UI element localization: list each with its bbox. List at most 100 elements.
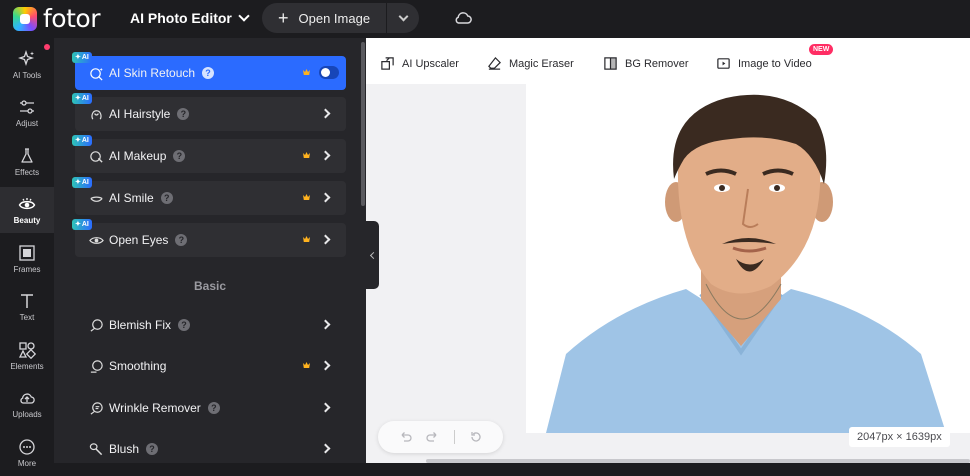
tool-blemish-fix[interactable]: Blemish Fix ?	[75, 308, 346, 342]
toolbar-ai-upscaler[interactable]: AI Upscaler	[380, 56, 459, 71]
tool-label: AI Hairstyle	[109, 107, 171, 121]
left-nav: AI Tools Adjust Effects Beauty Frames Te…	[0, 38, 54, 468]
editor-type-menu[interactable]: AI Photo Editor	[130, 10, 250, 26]
blush-brush-icon	[89, 442, 103, 455]
smile-icon	[90, 195, 103, 202]
nav-text[interactable]: Text	[0, 284, 54, 330]
help-icon[interactable]: ?	[175, 234, 188, 246]
makeup-icon	[90, 150, 103, 163]
redo-icon[interactable]	[426, 430, 440, 444]
top-bar: fotor AI Photo Editor + Open Image	[0, 0, 970, 38]
smoothing-icon	[90, 359, 103, 373]
tool-label: AI Skin Retouch	[109, 66, 196, 80]
notification-dot	[44, 44, 50, 50]
nav-more[interactable]: More	[0, 430, 54, 476]
toolbar-magic-eraser[interactable]: Magic Eraser	[487, 56, 574, 71]
section-title-basic: Basic	[193, 279, 227, 293]
help-icon[interactable]: ?	[160, 192, 173, 204]
help-icon[interactable]: ?	[202, 67, 215, 79]
horizontal-scrollbar[interactable]	[426, 459, 970, 463]
undo-icon[interactable]	[398, 430, 412, 444]
new-badge: NEW	[809, 44, 834, 55]
ai-badge: ✦ AI	[72, 135, 92, 146]
toolbar-label: BG Remover	[625, 57, 689, 70]
nav-label: Beauty	[13, 216, 41, 225]
tool-label: AI Smile	[109, 191, 154, 205]
nav-frames[interactable]: Frames	[0, 236, 54, 282]
chevron-right-icon	[320, 108, 331, 119]
open-image-label: Open Image	[298, 10, 371, 26]
ai-badge: ✦ AI	[72, 177, 92, 188]
cloud-icon[interactable]	[453, 8, 473, 28]
nav-label: More	[17, 459, 37, 468]
wrinkle-icon	[90, 401, 103, 415]
toolbar-bg-remover[interactable]: BG Remover	[603, 56, 689, 71]
tool-label: Blemish Fix	[109, 318, 172, 332]
crown-icon	[303, 69, 310, 75]
eye-icon	[89, 236, 104, 244]
help-icon[interactable]: ?	[207, 402, 220, 414]
chevron-right-icon	[320, 319, 331, 330]
editor-type-label: AI Photo Editor	[130, 10, 232, 26]
tool-wrinkle-remover[interactable]: Wrinkle Remover ?	[75, 391, 346, 425]
chevron-right-icon	[320, 150, 331, 161]
help-icon[interactable]: ?	[146, 443, 159, 455]
face-retouch-icon	[90, 67, 103, 80]
chevron-down-icon	[238, 10, 250, 22]
blemish-icon	[90, 318, 103, 332]
chevron-right-icon	[320, 360, 331, 371]
tool-ai-skin-retouch[interactable]: ✦ AI AI Skin Retouch ?	[72, 52, 346, 90]
help-icon[interactable]: ?	[177, 108, 190, 120]
logo-text: fotor	[43, 4, 100, 33]
flask-icon	[21, 148, 33, 163]
nav-label: Frames	[13, 265, 41, 274]
eye-icon	[18, 198, 36, 210]
open-image-dropdown-button[interactable]	[387, 3, 419, 33]
tool-ai-makeup[interactable]: ✦ AI AI Makeup ?	[72, 135, 346, 173]
nav-label: AI Tools	[12, 71, 42, 80]
nav-uploads[interactable]: Uploads	[0, 381, 54, 427]
nav-label: Uploads	[12, 410, 42, 419]
skin-retouch-toggle[interactable]	[319, 66, 339, 79]
fotor-logo[interactable]: fotor	[13, 4, 100, 33]
sliders-icon	[20, 100, 34, 114]
toolbar-label: Image to Video	[738, 57, 812, 70]
crown-icon	[303, 236, 310, 242]
chevron-right-icon	[320, 402, 331, 413]
nav-effects[interactable]: Effects	[0, 139, 54, 185]
video-icon	[717, 58, 730, 69]
reset-icon[interactable]	[469, 430, 483, 444]
collapse-panel-button[interactable]	[366, 221, 379, 289]
tool-open-eyes[interactable]: ✦ AI Open Eyes ?	[72, 219, 346, 257]
nav-elements[interactable]: Elements	[0, 333, 54, 379]
nav-label: Effects	[14, 168, 40, 177]
more-icon	[19, 439, 35, 455]
toolbar-image-to-video[interactable]: Image to Video	[716, 56, 812, 71]
toolbar-label: Magic Eraser	[509, 57, 574, 70]
divider	[454, 430, 455, 444]
help-icon[interactable]: ?	[173, 150, 186, 162]
help-icon[interactable]: ?	[178, 319, 191, 331]
tool-label: Wrinkle Remover	[109, 401, 201, 415]
tool-blush[interactable]: Blush ?	[75, 432, 346, 466]
ai-badge: ✦ AI	[72, 219, 92, 230]
open-image-button[interactable]: + Open Image	[262, 3, 386, 33]
canvas-image[interactable]	[526, 84, 970, 433]
chevron-right-icon	[320, 234, 331, 245]
hairstyle-icon	[91, 109, 102, 119]
tool-ai-hairstyle[interactable]: ✦ AI AI Hairstyle ?	[72, 93, 346, 131]
nav-adjust[interactable]: Adjust	[0, 90, 54, 136]
tool-ai-smile[interactable]: ✦ AI AI Smile ?	[72, 177, 346, 215]
tool-smoothing[interactable]: Smoothing	[75, 349, 346, 383]
text-icon	[21, 294, 33, 308]
panel-scrollbar[interactable]	[361, 42, 365, 206]
toolbar-label: AI Upscaler	[402, 57, 459, 70]
history-controls	[378, 421, 503, 453]
nav-label: Adjust	[15, 119, 39, 128]
nav-beauty[interactable]: Beauty	[0, 187, 54, 233]
open-image-group: + Open Image	[262, 3, 419, 33]
chevron-right-icon	[320, 192, 331, 203]
chevron-right-icon	[320, 443, 331, 454]
tool-label: Open Eyes	[109, 233, 169, 247]
eraser-icon	[488, 56, 501, 70]
